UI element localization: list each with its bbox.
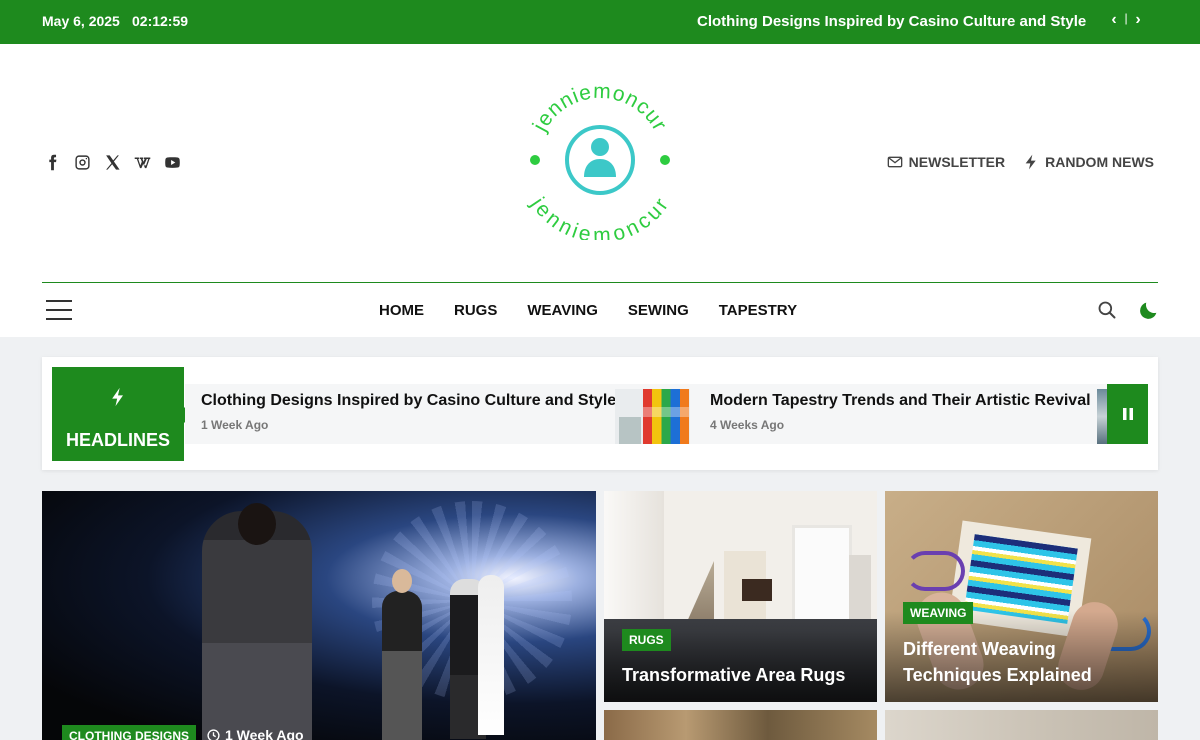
instagram-icon[interactable] [72,152,92,172]
featured-main-card[interactable]: CLOTHING DESIGNS 1 Week Ago [42,491,596,740]
headline-title[interactable]: Modern Tapestry Trends and Their Artisti… [710,392,1091,410]
headline-title[interactable]: Clothing Designs Inspired by Casino Cult… [201,392,616,410]
site-logo[interactable]: jenniemoncur jenniemoncur [520,80,680,240]
headlines-strip: Clothing Designs Inspired by Casino Cult… [185,384,1107,444]
featured-main-time: 1 Week Ago [225,727,304,740]
ticker-prev-button[interactable]: ‹ [1106,11,1122,29]
headline-thumbnail[interactable] [1097,389,1107,444]
bottom-card-right[interactable] [885,710,1158,740]
featured-card-rugs[interactable]: RUGS Transformative Area Rugs [604,491,877,702]
headline-thumbnail[interactable] [615,389,690,444]
ticker-separator: | [1124,11,1128,25]
nav-item-tapestry[interactable]: TAPESTRY [719,302,797,319]
current-time: 02:12:59 [132,13,189,29]
clock-icon [207,728,220,740]
headline-meta: 4 Weeks Ago [710,418,785,432]
headlines-label: HEADLINES [52,367,192,461]
nav-item-sewing[interactable]: SEWING [628,302,689,319]
envelope-icon [887,156,902,168]
category-badge[interactable]: WEAVING [903,602,974,624]
random-news-link[interactable]: RANDOM NEWS [1023,154,1154,170]
bottom-card-left[interactable] [604,710,877,740]
bolt-icon [112,387,123,407]
random-news-label: RANDOM NEWS [1045,154,1154,170]
category-badge[interactable]: RUGS [622,629,671,651]
dark-mode-moon-icon[interactable] [1138,299,1160,321]
featured-card-weaving[interactable]: WEAVING Different Weaving Techniques Exp… [885,491,1158,702]
headline-item[interactable]: Clothing Designs Inspired by Casino Cult… [201,384,616,444]
top-ticker-headline[interactable]: Clothing Designs Inspired by Casino Cult… [697,13,1086,30]
facebook-icon[interactable] [42,152,62,172]
ticker-next-button[interactable]: › [1130,11,1146,29]
headline-item[interactable]: Modern Tapestry Trends and Their Artisti… [710,384,1100,444]
category-badge[interactable]: CLOTHING DESIGNS [62,725,197,740]
social-links [42,152,182,172]
x-icon[interactable] [102,152,122,172]
headline-meta: 1 Week Ago [201,418,269,432]
site-header: jenniemoncur jenniemoncur NEWSLETTER RAN… [0,44,1200,337]
headlines-label-text: HEADLINES [65,430,170,450]
pause-icon [1122,408,1133,420]
main-nav: HOME RUGS WEAVING SEWING TAPESTRY [379,302,797,319]
ticker-pause-button[interactable] [1107,384,1148,444]
youtube-icon[interactable] [162,152,182,172]
svg-text:jenniemoncur: jenniemoncur [525,193,673,240]
nav-item-home[interactable]: HOME [379,302,424,319]
newsletter-label: NEWSLETTER [908,154,1006,170]
menu-hamburger-icon[interactable] [46,300,72,320]
logo-text-bottom: jenniemoncur [525,193,672,240]
header-links: NEWSLETTER RANDOM NEWS [887,154,1154,170]
card-title[interactable]: Transformative Area Rugs [622,662,867,688]
nav-item-rugs[interactable]: RUGS [454,302,497,319]
current-date: May 6, 2025 [42,13,120,29]
bolt-icon [1025,154,1036,170]
featured-main-meta: 1 Week Ago [207,727,304,740]
ticker-controls: ‹ | › [1106,11,1146,29]
newsletter-link[interactable]: NEWSLETTER [887,154,1005,170]
search-icon[interactable] [1097,300,1117,320]
card-title[interactable]: Different Weaving Techniques Explained [903,636,1148,688]
wikipedia-icon[interactable] [132,152,152,172]
nav-divider [42,282,1158,283]
nav-item-weaving[interactable]: WEAVING [527,302,598,319]
headlines-ticker: HEADLINES Clothing Designs Inspired by C… [42,357,1158,470]
top-bar: May 6, 2025 02:12:59 Clothing Designs In… [0,0,1200,44]
